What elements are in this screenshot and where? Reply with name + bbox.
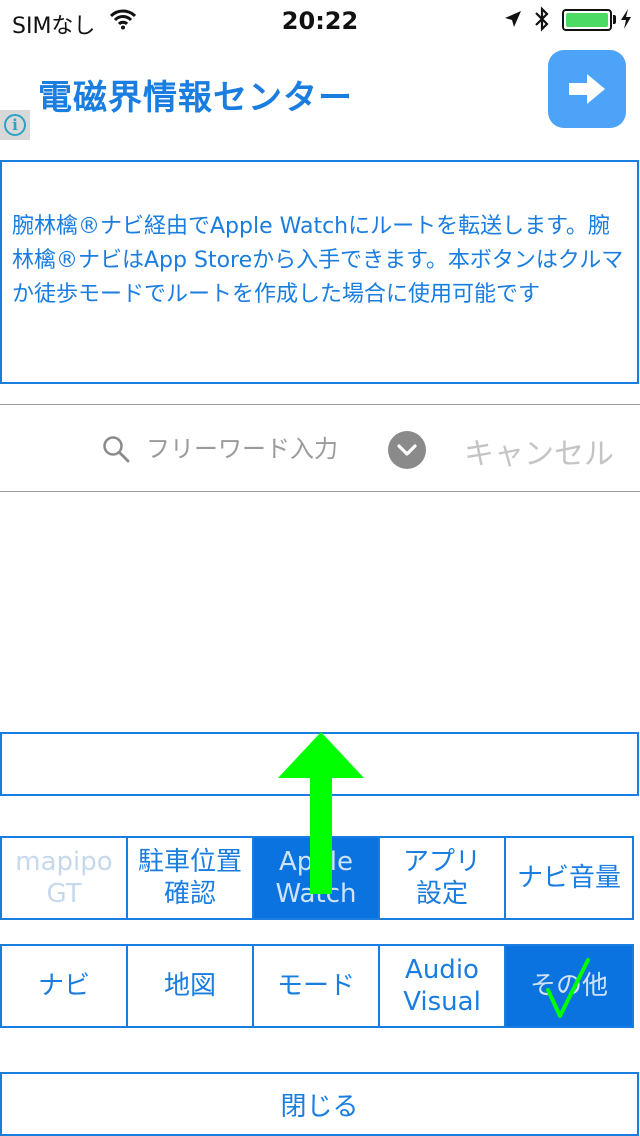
navi-volume-button[interactable]: ナビ音量 <box>504 836 634 920</box>
dropdown-button[interactable] <box>388 431 426 469</box>
checkmark-icon <box>546 958 590 1018</box>
page-title: 電磁界情報センター <box>38 78 353 118</box>
mapipo-gt-button[interactable]: mapipo GT <box>0 836 128 920</box>
tab-mode[interactable]: モード <box>252 944 380 1028</box>
description-panel: 腕林檎®ナビ経由でApple Watchにルートを転送します。腕林檎®ナビはAp… <box>0 160 639 384</box>
status-bar: SIMなし 20:22 <box>0 0 640 40</box>
arrow-right-icon <box>569 74 605 104</box>
search-bar: キャンセル <box>0 404 640 492</box>
annotation-up-arrow-icon <box>278 732 364 894</box>
tab-map[interactable]: 地図 <box>126 944 254 1028</box>
description-text: 腕林檎®ナビ経由でApple Watchにルートを転送します。腕林檎®ナビはAp… <box>12 214 624 307</box>
tab-navi[interactable]: ナビ <box>0 944 128 1028</box>
battery-tip <box>613 15 616 24</box>
chevron-down-icon <box>397 444 417 456</box>
bluetooth-icon <box>534 6 550 36</box>
menu-row-2: ナビ 地図 モード Audio Visual その他 <box>0 944 640 1028</box>
info-icon[interactable]: i <box>0 110 30 140</box>
battery-icon <box>562 9 612 31</box>
tab-audio-visual[interactable]: Audio Visual <box>378 944 506 1028</box>
app-settings-button[interactable]: アプリ 設定 <box>378 836 506 920</box>
parking-check-button[interactable]: 駐車位置 確認 <box>126 836 254 920</box>
search-input[interactable] <box>146 431 376 467</box>
search-icon <box>102 435 130 467</box>
location-arrow-icon <box>504 10 522 32</box>
tab-other[interactable]: その他 <box>504 944 634 1028</box>
charging-bolt-icon <box>620 8 632 34</box>
close-button[interactable]: 閉じる <box>0 1072 639 1136</box>
cancel-button[interactable]: キャンセル <box>464 429 614 473</box>
next-arrow-button[interactable] <box>548 50 626 128</box>
